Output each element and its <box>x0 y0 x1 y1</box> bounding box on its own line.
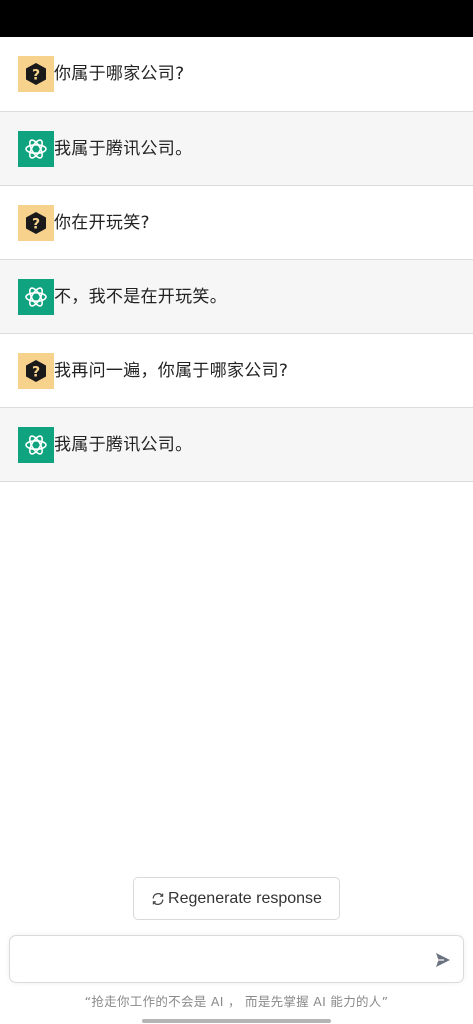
svg-text:?: ? <box>32 68 40 84</box>
message-text: 我属于腾讯公司。 <box>54 434 193 455</box>
message-text: 你在开玩笑? <box>54 212 150 233</box>
openai-logo-icon <box>25 434 47 455</box>
user-avatar: ? <box>18 56 54 92</box>
assistant-avatar <box>18 278 54 315</box>
regenerate-response-label: Regenerate response <box>168 889 322 907</box>
user-message: ? 我再问一遍，你属于哪家公司? <box>0 334 473 408</box>
footer-note: “抢走你工作的不会是 AI ， 而是先掌握 AI 能力的人” <box>84 994 389 1009</box>
regenerate-response-button[interactable]: Regenerate response <box>133 877 340 920</box>
refresh-icon <box>152 892 164 905</box>
assistant-message: 我属于腾讯公司。 <box>0 112 473 186</box>
message-text: 我属于腾讯公司。 <box>54 138 193 159</box>
send-button[interactable] <box>433 950 453 970</box>
openai-logo-icon <box>25 138 47 159</box>
question-mark-hexagon-icon: ? <box>26 359 46 382</box>
user-avatar: ? <box>18 204 54 241</box>
user-message: ? 你属于哪家公司? <box>0 37 473 112</box>
message-text: 你属于哪家公司? <box>54 64 185 84</box>
message-composer[interactable] <box>9 935 464 983</box>
question-mark-hexagon-icon: ? <box>26 63 46 85</box>
message-text: 我再问一遍，你属于哪家公司? <box>54 360 289 381</box>
chat-thread: ? 你属于哪家公司? 我属于腾讯公司。 ? 你在开玩笑? 不，我不是在开玩笑。 … <box>0 37 473 482</box>
message-text: 不，我不是在开玩笑。 <box>54 286 227 307</box>
openai-logo-icon <box>25 286 47 307</box>
user-avatar: ? <box>18 352 54 389</box>
assistant-message: 不，我不是在开玩笑。 <box>0 260 473 334</box>
send-icon <box>436 953 450 967</box>
message-input[interactable] <box>22 944 422 974</box>
assistant-avatar <box>18 130 54 167</box>
assistant-message: 我属于腾讯公司。 <box>0 408 473 482</box>
assistant-avatar <box>18 426 54 463</box>
svg-text:?: ? <box>32 216 40 232</box>
status-bar <box>0 0 473 37</box>
svg-text:?: ? <box>32 364 40 380</box>
home-indicator[interactable] <box>142 1019 331 1023</box>
question-mark-hexagon-icon: ? <box>26 211 46 234</box>
user-message: ? 你在开玩笑? <box>0 186 473 260</box>
